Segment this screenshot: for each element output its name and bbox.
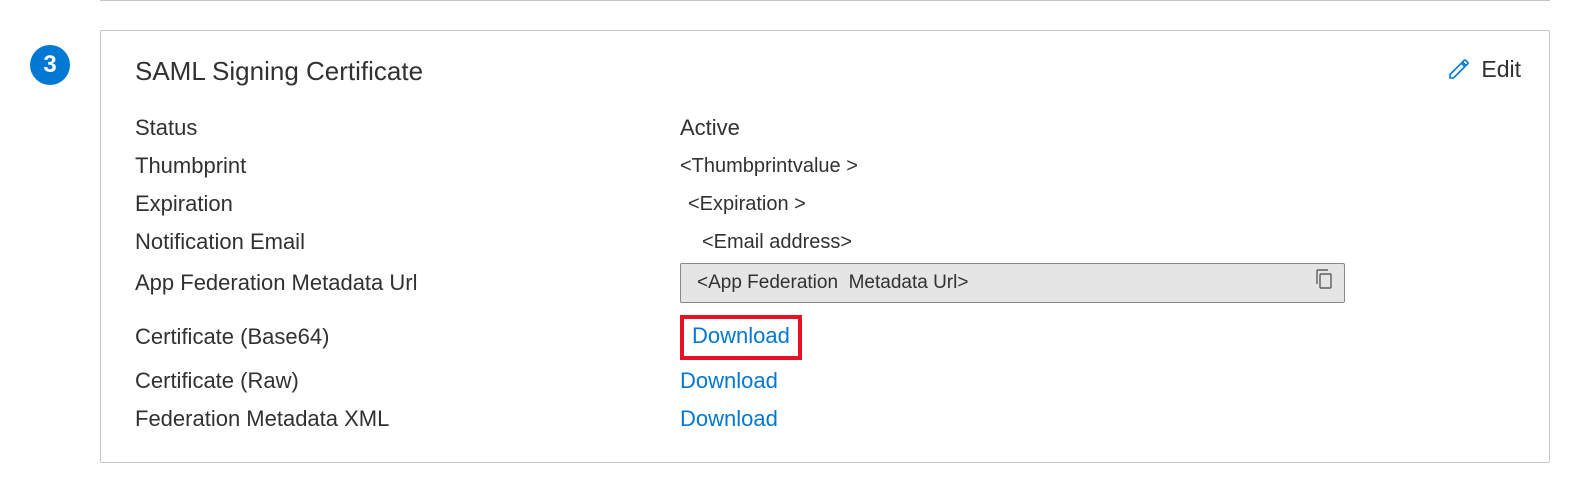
thumbprint-value: <Thumbprintvalue >	[680, 152, 1521, 180]
expiration-value: <Expiration >	[680, 190, 1521, 218]
card-title: SAML Signing Certificate	[135, 53, 423, 89]
cert-raw-row: Certificate (Raw) Download	[135, 364, 1521, 398]
edit-label: Edit	[1481, 53, 1521, 85]
expiration-label: Expiration	[135, 189, 680, 220]
previous-card-border	[100, 0, 1550, 1]
metadata-url-row: App Federation Metadata Url	[135, 263, 1521, 303]
download-cert-raw-link[interactable]: Download	[680, 368, 778, 393]
metadata-url-field	[680, 263, 1345, 303]
metadata-url-input[interactable]	[697, 272, 1314, 294]
edit-button[interactable]: Edit	[1447, 53, 1521, 85]
step-badge: 3	[30, 45, 70, 85]
cert-base64-row: Certificate (Base64) Download	[135, 315, 1521, 360]
fed-xml-row: Federation Metadata XML Download	[135, 402, 1521, 436]
thumbprint-row: Thumbprint <Thumbprintvalue >	[135, 149, 1521, 183]
status-row: Status Active	[135, 111, 1521, 145]
cert-base64-label: Certificate (Base64)	[135, 322, 680, 353]
download-fed-xml-link[interactable]: Download	[680, 406, 778, 431]
pencil-icon	[1447, 57, 1471, 81]
step-number: 3	[43, 48, 56, 82]
step-column: 3	[0, 15, 100, 85]
download-highlight: Download	[680, 315, 802, 360]
cert-raw-label: Certificate (Raw)	[135, 366, 680, 397]
status-value: Active	[680, 113, 1521, 144]
notification-email-row: Notification Email <Email address>	[135, 225, 1521, 259]
expiration-row: Expiration <Expiration >	[135, 187, 1521, 221]
notification-email-value: <Email address>	[680, 228, 1521, 256]
status-label: Status	[135, 113, 680, 144]
thumbprint-label: Thumbprint	[135, 151, 680, 182]
card-header: SAML Signing Certificate Edit	[135, 53, 1521, 89]
copy-button[interactable]	[1314, 268, 1334, 298]
copy-icon	[1314, 268, 1334, 290]
saml-certificate-card: SAML Signing Certificate Edit Status Act…	[100, 30, 1550, 463]
notification-email-label: Notification Email	[135, 227, 680, 258]
metadata-url-label: App Federation Metadata Url	[135, 268, 680, 299]
saml-certificate-section: 3 SAML Signing Certificate Edit Status A…	[0, 0, 1580, 463]
download-cert-base64-link[interactable]: Download	[692, 323, 790, 348]
fed-xml-label: Federation Metadata XML	[135, 404, 680, 435]
